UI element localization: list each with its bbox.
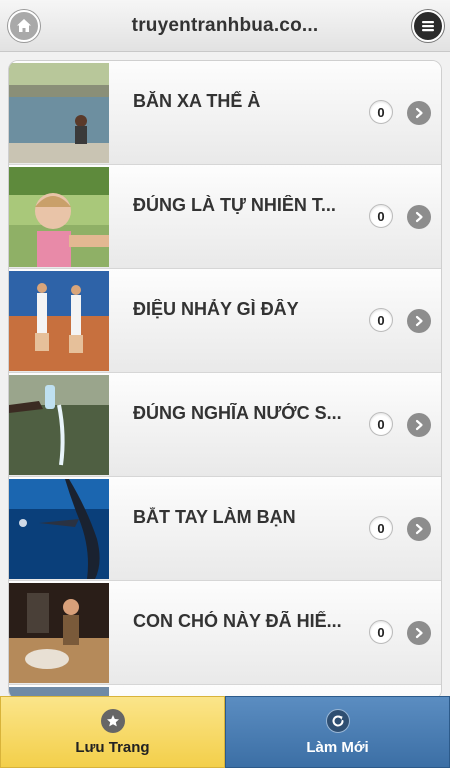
count-badge: 0 [369, 620, 393, 644]
count-badge: 0 [369, 100, 393, 124]
chevron-right-icon[interactable] [407, 517, 431, 541]
refresh-label: Làm Mới [306, 738, 369, 756]
home-icon [17, 19, 31, 32]
story-list: BĂN XA THẾ À 0 ĐÚNG LÀ TỰ NHIÊN T... 0 Đ… [8, 60, 442, 700]
list-item[interactable]: CON CHÓ NÀY ĐÃ HIỂ... 0 [9, 581, 441, 685]
thumbnail-image [9, 63, 109, 163]
list-item[interactable]: ĐIỆU NHẢY GÌ ĐÂY 0 [9, 269, 441, 373]
list-item[interactable]: BẮT TAY LÀM BẠN 0 [9, 477, 441, 581]
item-title: BĂN XA THẾ À [133, 91, 261, 111]
list-item[interactable]: ĐÚNG LÀ TỰ NHIÊN T... 0 [9, 165, 441, 269]
count-badge: 0 [369, 412, 393, 436]
menu-button[interactable] [412, 10, 444, 42]
chevron-right-icon[interactable] [407, 413, 431, 437]
chevron-right-icon[interactable] [407, 101, 431, 125]
chevron-right-icon[interactable] [407, 621, 431, 645]
item-title: ĐÚNG NGHĨA NƯỚC S... [133, 403, 342, 423]
item-title: CON CHÓ NÀY ĐÃ HIỂ... [133, 611, 342, 631]
home-button[interactable] [8, 10, 40, 42]
chevron-right-icon[interactable] [407, 205, 431, 229]
count-badge: 0 [369, 308, 393, 332]
menu-icon [422, 21, 434, 32]
count-badge: 0 [369, 516, 393, 540]
item-title: ĐÚNG LÀ TỰ NHIÊN T... [133, 195, 336, 215]
header-bar: truyentranhbua.co... [0, 0, 450, 52]
refresh-button[interactable]: Làm Mới [225, 696, 450, 768]
item-title: ĐIỆU NHẢY GÌ ĐÂY [133, 299, 299, 319]
star-icon [100, 708, 125, 733]
count-badge: 0 [369, 204, 393, 228]
thumbnail-image [9, 167, 109, 267]
refresh-icon [325, 708, 350, 733]
thumbnail-image [9, 271, 109, 371]
thumbnail-image [9, 583, 109, 683]
item-title: BẮT TAY LÀM BẠN [133, 507, 296, 527]
save-page-label: Lưu Trang [75, 738, 150, 756]
thumbnail-image [9, 375, 109, 475]
thumbnail-image [9, 479, 109, 579]
page-title: truyentranhbua.co... [131, 14, 319, 36]
chevron-right-icon[interactable] [407, 309, 431, 333]
list-item[interactable]: BĂN XA THẾ À 0 [9, 61, 441, 165]
footer-bar: Lưu Trang Làm Mới [0, 696, 450, 768]
list-item[interactable]: ĐÚNG NGHĨA NƯỚC S... 0 [9, 373, 441, 477]
save-page-button[interactable]: Lưu Trang [0, 696, 225, 768]
